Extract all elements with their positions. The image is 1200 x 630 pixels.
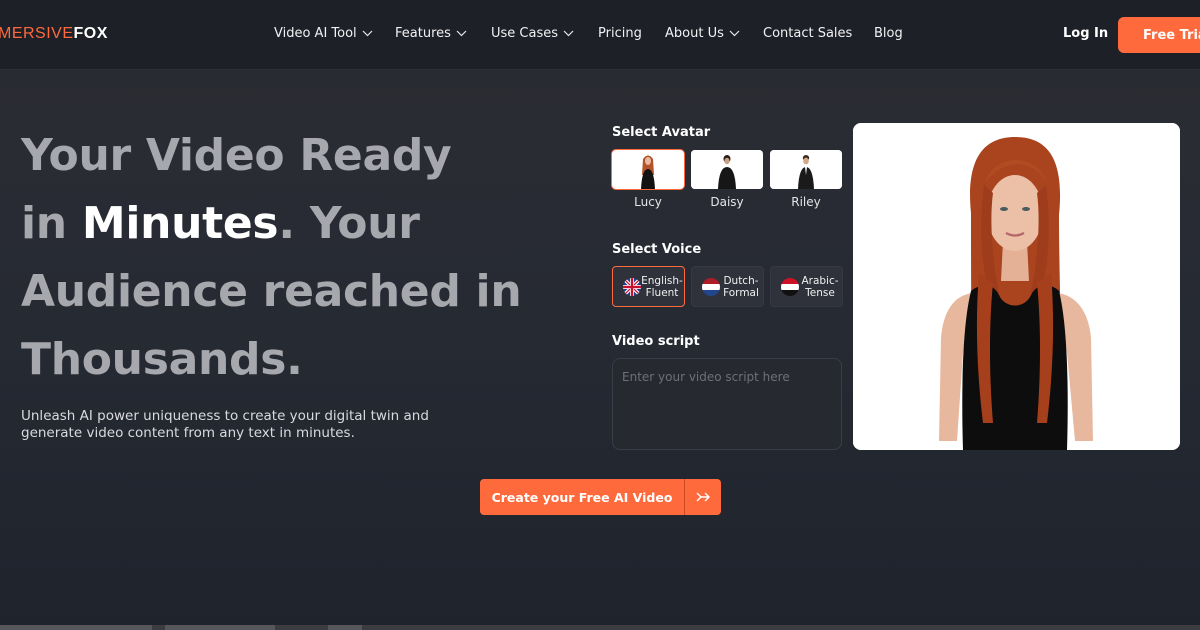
logo-text-primary: MERSIVE xyxy=(0,25,74,42)
hero-line-3: Audience reached in xyxy=(21,266,522,317)
avatar-name-riley: Riley xyxy=(791,195,821,209)
strip-segment xyxy=(328,625,362,630)
top-navbar: MERSIVEFOX Video AI Tool Features Use Ca… xyxy=(0,0,1200,70)
voice-language: Dutch- xyxy=(723,275,759,287)
voice-label-english: English- Fluent xyxy=(640,275,684,299)
strip-segment xyxy=(0,625,152,630)
voice-language: Arabic- xyxy=(801,275,839,287)
hero-highlight-word: Minutes xyxy=(81,198,279,249)
avatar-option-daisy[interactable] xyxy=(691,150,763,189)
nav-item-label: Pricing xyxy=(598,26,642,41)
hero-line-2: in Minutes. Your xyxy=(21,190,581,258)
voice-style: Fluent xyxy=(645,287,679,299)
voice-style: Formal xyxy=(723,287,759,299)
hero-subtitle: Unleash AI power uniqueness to create yo… xyxy=(21,408,429,441)
arabic-flag-icon xyxy=(781,278,799,296)
double-arrow-right-icon xyxy=(696,492,710,502)
voice-option-dutch[interactable]: Dutch- Formal xyxy=(691,266,764,307)
cta-arrow-button[interactable] xyxy=(685,479,721,515)
avatar-option-lucy[interactable] xyxy=(611,149,685,190)
avatar-option-riley[interactable] xyxy=(770,150,842,189)
hero-line-4: Thousands. xyxy=(21,334,303,385)
browser-bottom-strip xyxy=(0,625,1200,630)
voice-style: Tense xyxy=(805,287,835,299)
avatar-preview-image xyxy=(853,123,1180,450)
voice-option-english[interactable]: English- Fluent xyxy=(612,266,685,307)
avatar-preview xyxy=(853,123,1180,450)
hero-headline: Your Video Ready in Minutes. Your Audien… xyxy=(21,122,581,394)
hero-line-2-post: . Your xyxy=(278,198,420,249)
nav-item-about-us[interactable]: About Us xyxy=(665,26,740,41)
nav-item-pricing[interactable]: Pricing xyxy=(598,26,642,41)
nav-item-label: Video AI Tool xyxy=(274,26,357,41)
voice-option-arabic[interactable]: Arabic- Tense xyxy=(770,266,843,307)
chevron-down-icon xyxy=(456,30,467,37)
logo-text-secondary: FOX xyxy=(73,25,108,42)
nav-item-label: Contact Sales xyxy=(763,26,853,41)
select-avatar-label: Select Avatar xyxy=(612,125,711,140)
login-link[interactable]: Log In xyxy=(1063,26,1108,41)
chevron-down-icon xyxy=(729,30,740,37)
nav-item-label: Blog xyxy=(874,26,903,41)
nav-item-label: Features xyxy=(395,26,451,41)
avatar-lucy-thumbnail xyxy=(612,150,684,189)
free-trial-button[interactable]: Free Trial xyxy=(1118,17,1200,53)
voice-label-arabic: Arabic- Tense xyxy=(798,275,842,299)
netherlands-flag-icon xyxy=(702,278,720,296)
voice-language: English- xyxy=(641,275,683,287)
chevron-down-icon xyxy=(362,30,373,37)
nav-item-contact-sales[interactable]: Contact Sales xyxy=(763,26,852,41)
nav-item-label: About Us xyxy=(665,26,724,41)
avatar-daisy-thumbnail xyxy=(691,150,763,189)
nav-item-use-cases[interactable]: Use Cases xyxy=(491,26,574,41)
select-voice-label: Select Voice xyxy=(612,242,702,257)
avatar-riley-thumbnail xyxy=(770,150,842,189)
landing-page: MERSIVEFOX Video AI Tool Features Use Ca… xyxy=(0,0,1200,630)
strip-segment xyxy=(165,625,275,630)
uk-flag-icon xyxy=(623,278,641,296)
nav-item-video-ai-tool[interactable]: Video AI Tool xyxy=(274,26,373,41)
avatar-name-lucy: Lucy xyxy=(634,195,662,209)
video-script-label: Video script xyxy=(612,334,700,349)
hero-line-1: Your Video Ready xyxy=(21,130,452,181)
nav-item-label: Use Cases xyxy=(491,26,559,41)
video-script-input[interactable] xyxy=(612,358,842,450)
cta-label: Create your Free AI Video xyxy=(491,490,673,505)
voice-label-dutch: Dutch- Formal xyxy=(719,275,763,299)
nav-item-blog[interactable]: Blog xyxy=(874,26,903,41)
logo[interactable]: MERSIVEFOX xyxy=(0,25,108,45)
create-free-video-button[interactable]: Create your Free AI Video xyxy=(480,479,721,515)
hero-line-2-pre: in xyxy=(21,198,82,249)
avatar-name-daisy: Daisy xyxy=(710,195,744,209)
chevron-down-icon xyxy=(563,30,574,37)
nav-item-features[interactable]: Features xyxy=(395,26,467,41)
